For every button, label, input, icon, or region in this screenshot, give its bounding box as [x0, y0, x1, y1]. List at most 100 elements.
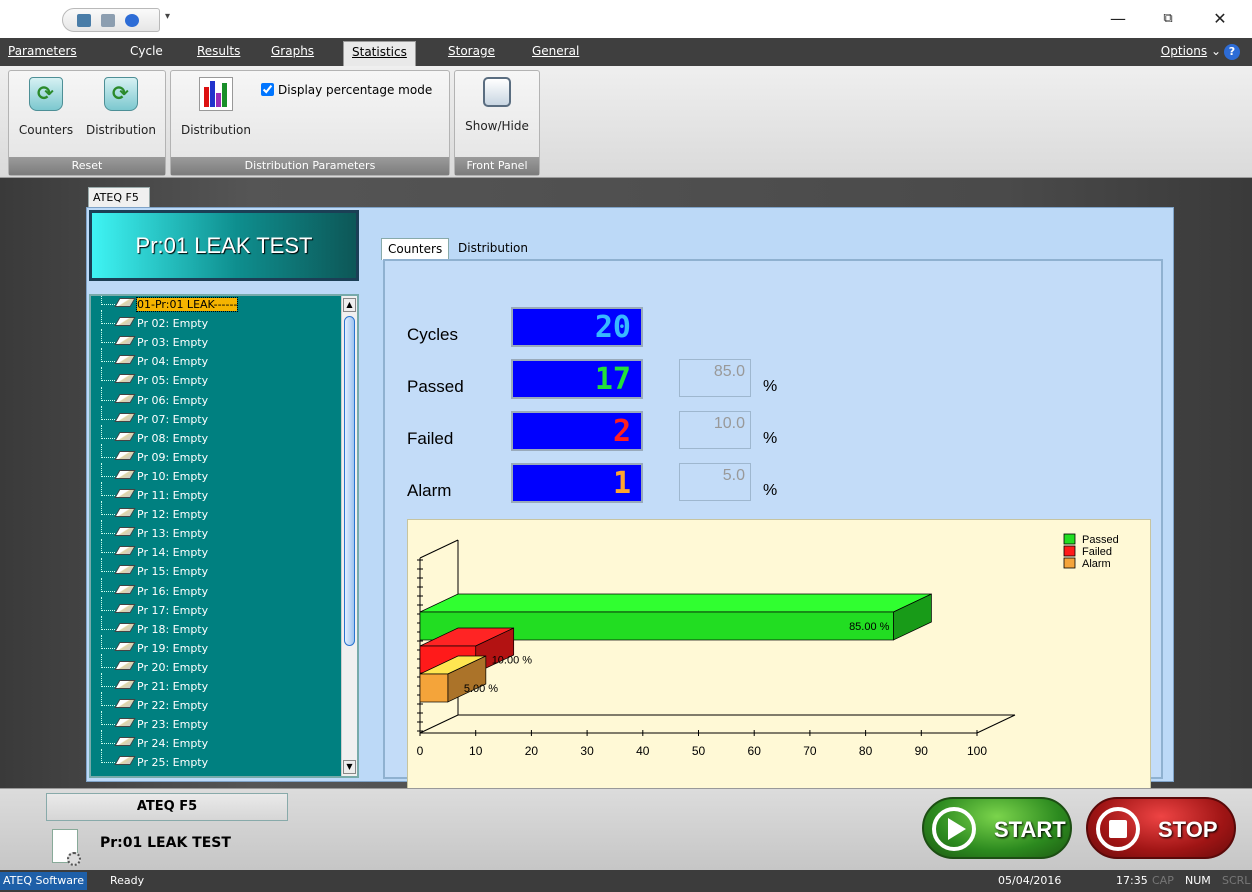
program-list-item[interactable]: Pr 22: Empty	[101, 692, 208, 713]
program-list-item[interactable]: Pr 18: Empty	[101, 615, 208, 637]
device-tab[interactable]: ATEQ F5	[88, 187, 150, 209]
program-list-item[interactable]: Pr 05: Empty	[101, 367, 208, 388]
start-button[interactable]: START	[922, 797, 1072, 859]
program-list-item[interactable]: Pr 23: Empty	[101, 711, 209, 732]
program-list-item[interactable]: Pr 09: Empty	[101, 443, 209, 465]
tab-statistics[interactable]: Statistics	[343, 41, 416, 66]
tab-cycle[interactable]: Cycle	[130, 44, 163, 58]
program-tree[interactable]: 01-Pr:01 LEAK------ Pr 02: Empty Pr 03: Em…	[89, 294, 359, 778]
program-list-item[interactable]: Pr 20: Empty	[101, 653, 209, 675]
minimize-button[interactable]: —	[1098, 6, 1138, 32]
program-label: Pr 20: Empty	[137, 660, 209, 674]
play-icon	[932, 807, 976, 851]
close-button[interactable]: ✕	[1200, 6, 1240, 32]
reset-distribution-button[interactable]: Distribution	[79, 73, 163, 143]
tree-line	[101, 596, 115, 611]
tree-line	[101, 520, 115, 535]
x-tick-label: 20	[525, 744, 539, 758]
percentage-mode-check[interactable]	[261, 83, 274, 96]
tab-counters[interactable]: Counters	[381, 238, 450, 260]
program-icon	[114, 527, 136, 537]
alarm-counter: 1	[511, 463, 643, 503]
x-tick-label: 30	[580, 744, 594, 758]
program-icon	[114, 641, 136, 651]
tab-general[interactable]: General	[532, 44, 579, 58]
program-list-item[interactable]: Pr 12: Empty	[101, 501, 208, 522]
tree-line	[101, 310, 115, 325]
help-icon[interactable]: ?	[1224, 44, 1240, 60]
program-icon	[114, 584, 136, 594]
program-list-item[interactable]: Pr 16: Empty	[101, 577, 208, 599]
passed-label: Passed	[407, 377, 464, 396]
tree-line	[101, 501, 115, 516]
bar-chart-icon	[199, 77, 233, 111]
qat-dropdown-icon[interactable]: ▾	[165, 11, 170, 22]
main-area: ATEQ F5 Pr:01 LEAK TEST 01-Pr:01 LEAK---…	[0, 178, 1252, 789]
program-list-item[interactable]: Pr 10: Empty	[101, 462, 208, 484]
status-scroll-lock: SCRL	[1222, 874, 1251, 887]
program-list-item[interactable]: Pr 24: Empty	[101, 730, 209, 751]
stop-button[interactable]: STOP	[1086, 797, 1236, 859]
program-list-item[interactable]: 01-Pr:01 LEAK------	[101, 296, 239, 312]
program-label: Pr 08: Empty	[137, 431, 209, 445]
program-list-item[interactable]: Pr 03: Empty	[101, 329, 208, 350]
print-icon[interactable]	[101, 14, 115, 27]
options-menu[interactable]: Options ⌄?	[1161, 44, 1240, 60]
program-label: Pr 23: Empty	[137, 718, 209, 732]
program-label: Pr 09: Empty	[137, 450, 209, 464]
tab-distribution[interactable]: Distribution	[452, 238, 534, 260]
program-icon	[114, 603, 136, 613]
tree-line	[101, 558, 115, 573]
program-list-item[interactable]: Pr 21: Empty	[101, 673, 208, 694]
show-hide-button[interactable]: Show/Hide	[457, 73, 537, 143]
tab-results[interactable]: Results	[197, 44, 240, 58]
program-label: Pr 15: Empty	[137, 565, 209, 579]
tree-line	[101, 367, 115, 382]
program-list-item[interactable]: Pr 11: Empty	[101, 482, 208, 503]
scroll-thumb[interactable]	[344, 316, 355, 646]
passed-percentage: 85.0	[679, 359, 751, 397]
program-list-item[interactable]: Pr 14: Empty	[101, 539, 208, 560]
program-list-item[interactable]: Pr 25: Empty	[101, 749, 208, 770]
program-label: Pr 04: Empty	[137, 355, 209, 369]
tab-storage[interactable]: Storage	[448, 44, 495, 58]
legend-swatch	[1063, 557, 1076, 569]
distribution-button[interactable]: Distribution	[173, 73, 259, 143]
program-list-item[interactable]: Pr 02: Empty	[101, 310, 208, 331]
program-list-item[interactable]: Pr 17: Empty	[101, 596, 208, 618]
program-icon	[114, 298, 136, 307]
program-list-scrollbar[interactable]: ▲ ▼	[341, 296, 357, 776]
monitor-icon	[483, 77, 511, 107]
tree-line	[101, 730, 115, 745]
percentage-mode-checkbox[interactable]: Display percentage mode	[261, 83, 432, 97]
status-message: Ready	[110, 874, 145, 887]
save-icon[interactable]	[77, 14, 91, 27]
program-list-item[interactable]: Pr 15: Empty	[101, 558, 209, 579]
program-list-item[interactable]: Pr 08: Empty	[101, 424, 209, 446]
options-label[interactable]: Options	[1161, 44, 1207, 58]
scroll-down-icon[interactable]: ▼	[343, 760, 356, 774]
program-list-item[interactable]: Pr 19: Empty	[101, 634, 208, 656]
reset-counters-button[interactable]: Counters	[11, 73, 81, 143]
program-icon	[114, 450, 136, 460]
tab-parameters[interactable]: Parameters	[8, 44, 77, 58]
program-list-item[interactable]: Pr 07: Empty	[101, 405, 208, 427]
failed-counter: 2	[511, 411, 643, 451]
tree-line	[101, 615, 115, 630]
program-list-item[interactable]: Pr 06: Empty	[101, 386, 208, 408]
tree-line	[101, 749, 115, 764]
status-time: 17:35	[1116, 874, 1148, 887]
tab-graphs[interactable]: Graphs	[271, 44, 314, 58]
distribution-parameters-group: Distribution Display percentage mode Dis…	[170, 70, 450, 176]
program-list-item[interactable]: Pr 13: Empty	[101, 520, 208, 541]
help-icon[interactable]	[125, 14, 139, 27]
passed-counter: 17	[511, 359, 643, 399]
legend-label: Passed	[1082, 534, 1119, 546]
program-list-item[interactable]: Pr 04: Empty	[101, 348, 209, 369]
recycle-bin-icon	[29, 77, 63, 111]
scroll-up-icon[interactable]: ▲	[343, 298, 356, 312]
current-program-label: Pr:01 LEAK TEST	[100, 835, 231, 851]
restore-button[interactable]: ⧉	[1148, 6, 1188, 32]
program-label: Pr 24: Empty	[137, 737, 209, 751]
ribbon: Counters Distribution Reset Distribution…	[0, 66, 1252, 178]
